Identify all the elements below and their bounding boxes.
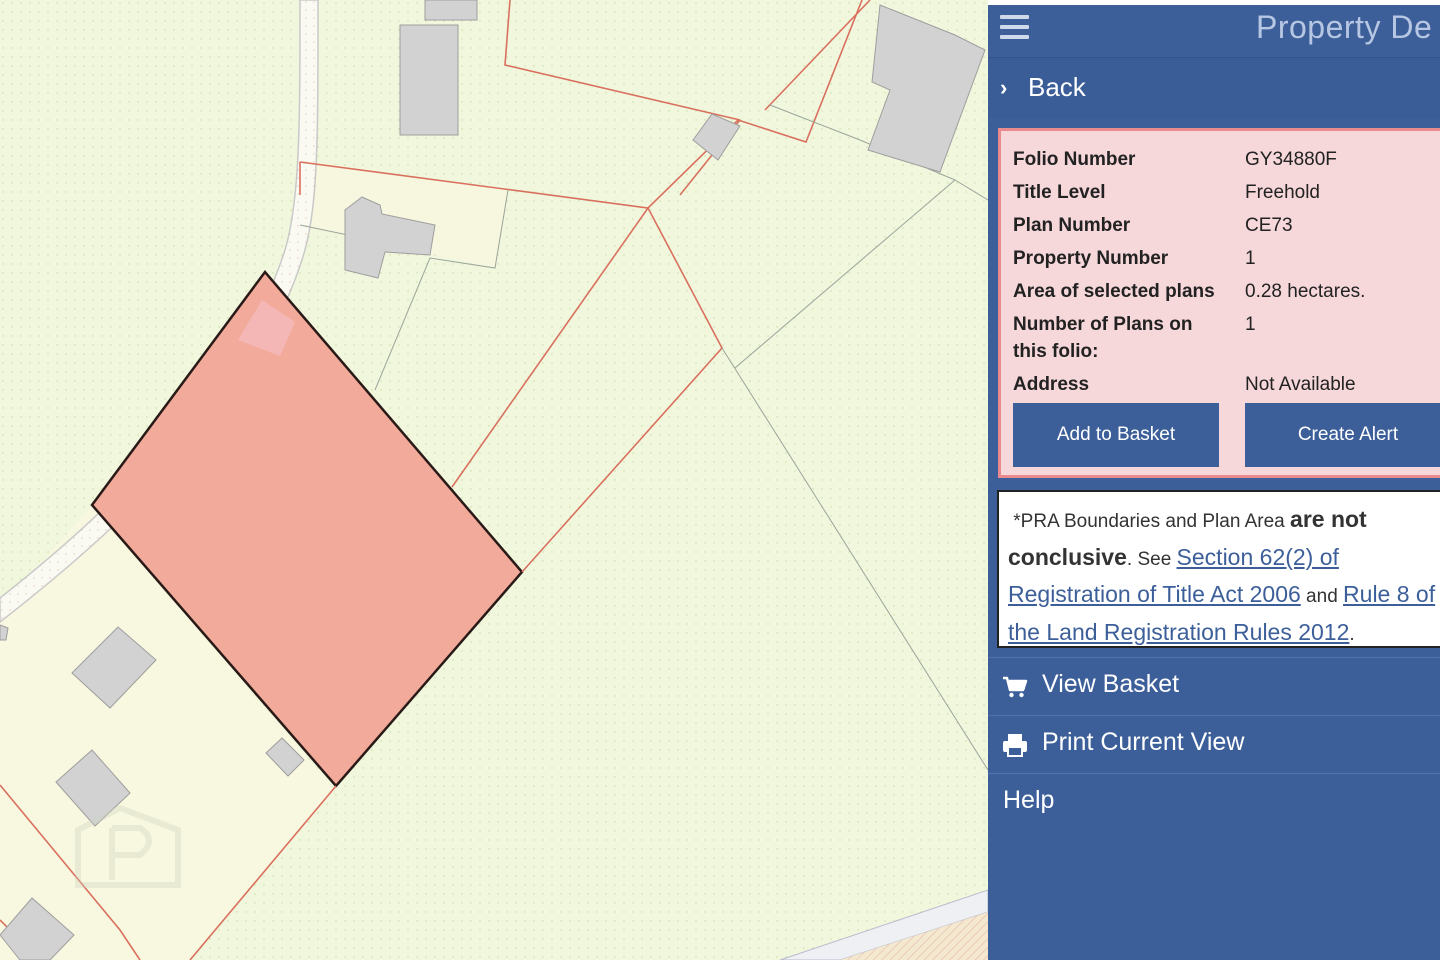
back-label: Back — [1028, 72, 1086, 102]
detail-value: GY34880F — [1245, 149, 1337, 170]
disclaimer-box: *PRA Boundaries and Plan Area are not co… — [997, 490, 1440, 648]
detail-value: Not Available — [1245, 374, 1356, 395]
panel-title: Property De — [1256, 9, 1433, 45]
help-label: Help — [1003, 786, 1055, 814]
detail-label: Address — [1013, 374, 1090, 395]
detail-value: 0.28 hectares. — [1245, 281, 1366, 302]
print-current-view-label: Print Current View — [1042, 728, 1245, 756]
hamburger-menu-icon[interactable] — [1000, 15, 1029, 41]
detail-label: Property Number — [1013, 248, 1169, 269]
print-current-view-button[interactable]: Print Current View — [988, 715, 1440, 773]
map-canvas[interactable] — [0, 0, 988, 960]
view-basket-button[interactable]: View Basket — [988, 657, 1440, 715]
view-basket-label: View Basket — [1042, 670, 1180, 698]
detail-label: Folio Number — [1013, 149, 1136, 170]
disclaimer-and: and — [1300, 586, 1344, 607]
detail-value: 1 — [1245, 248, 1256, 269]
shopping-cart-icon — [1003, 676, 1028, 698]
help-button[interactable]: Help — [988, 773, 1440, 831]
folio-details: Folio Number GY34880F Title Level Freeho… — [998, 128, 1440, 478]
disclaimer-text: *PRA Boundaries and Plan Area are not co… — [1008, 502, 1440, 652]
panel-header: Property De — [988, 5, 1440, 58]
create-alert-button[interactable]: Create Alert — [1245, 403, 1440, 467]
detail-value: 1 — [1245, 314, 1256, 335]
disclaimer-intro: *PRA Boundaries and Plan Area — [1013, 511, 1291, 532]
chevron-right-icon: › — [1000, 75, 1008, 100]
detail-value: CE73 — [1245, 215, 1293, 236]
detail-value: Freehold — [1245, 182, 1320, 203]
detail-label: Title Level — [1013, 182, 1106, 203]
disclaimer-see: . See — [1126, 548, 1177, 570]
printer-icon — [1003, 734, 1027, 757]
map-view[interactable] — [0, 0, 988, 960]
add-to-basket-button[interactable]: Add to Basket — [1013, 403, 1219, 467]
detail-label: Number of Plans on this folio: — [1013, 314, 1193, 362]
detail-label: Plan Number — [1013, 215, 1131, 236]
disclaimer-end: . — [1349, 623, 1355, 645]
detail-label: Area of selected plans — [1013, 281, 1215, 302]
back-button[interactable]: › Back — [988, 58, 1440, 118]
property-details-panel: Property De › Back Folio Number GY34880F… — [988, 0, 1440, 960]
